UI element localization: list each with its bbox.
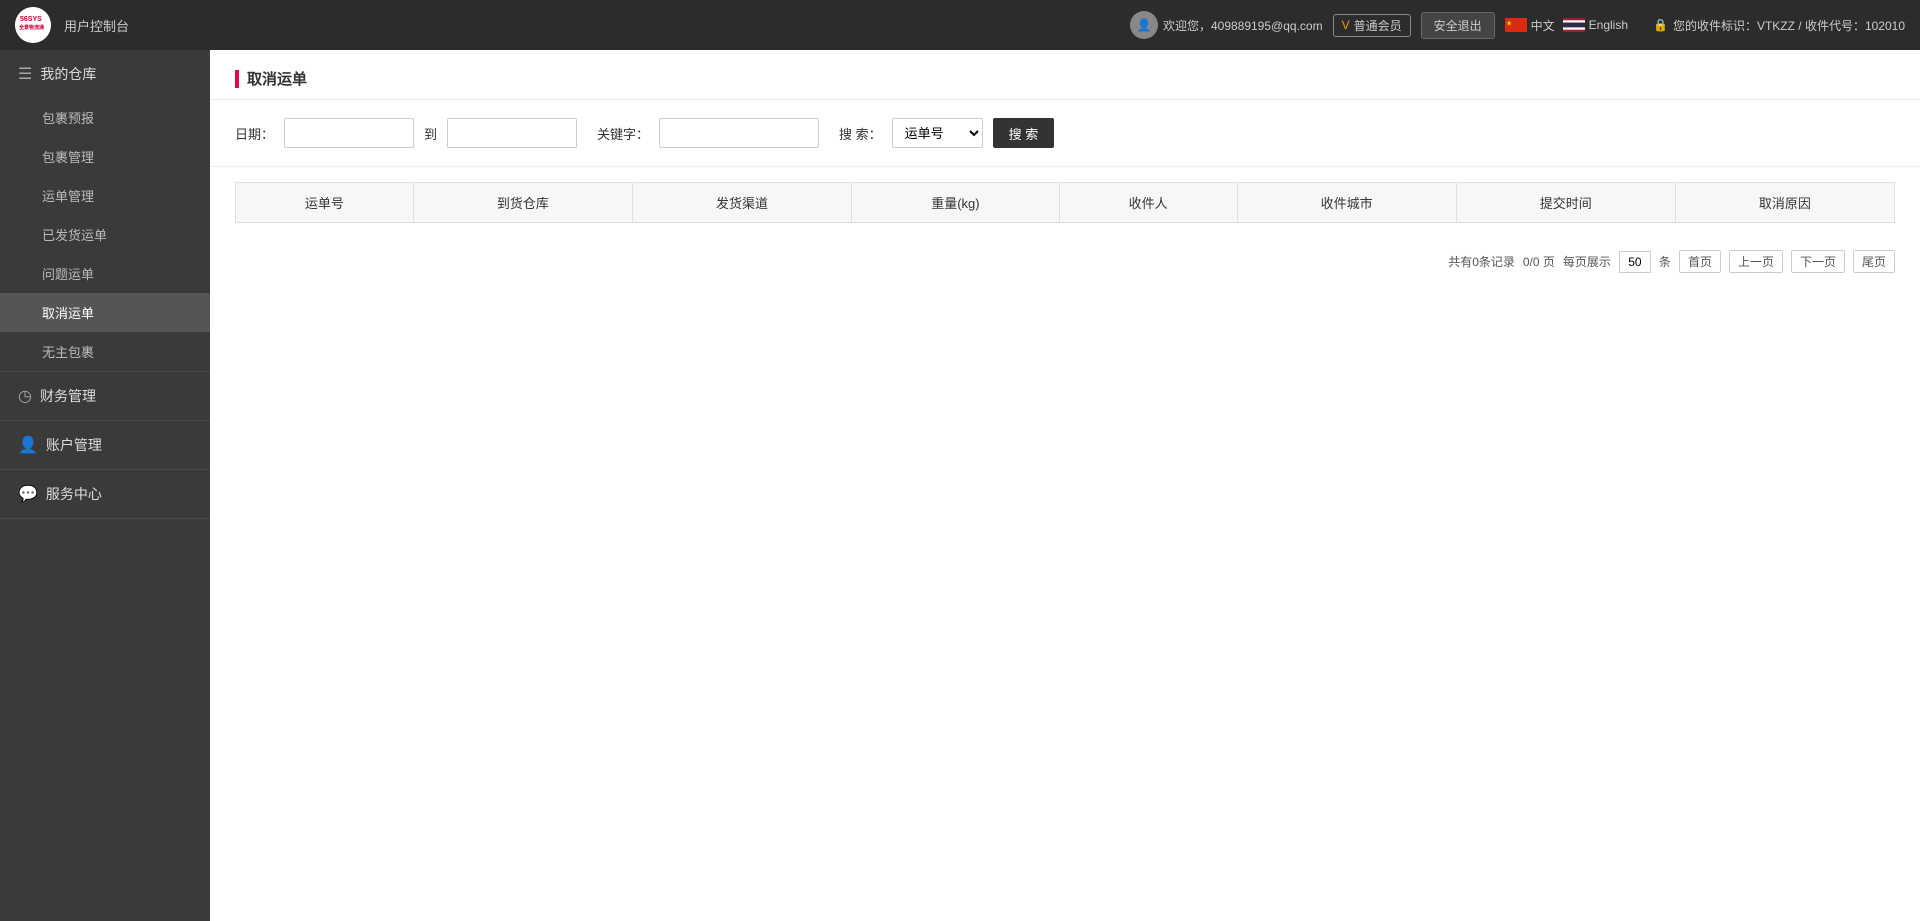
sidebar-service-label: 服务中心: [46, 484, 102, 504]
member-badge: V 普通会员: [1333, 14, 1411, 37]
svg-text:全景物流通: 全景物流通: [18, 24, 44, 31]
page-header: 取消运单: [210, 50, 1920, 100]
first-page-button[interactable]: 首页: [1679, 250, 1721, 273]
sidebar-section-service: 💬 服务中心: [0, 470, 210, 519]
date-label: 日期：: [235, 124, 274, 143]
lang-en-button[interactable]: English: [1563, 18, 1628, 32]
main-content: 取消运单 日期： 到 关键字： 搜 索： 运单号 收件人 收件城市 搜 索: [210, 50, 1920, 921]
user-info: 👤 欢迎您，409889195@qq.com: [1130, 11, 1323, 39]
sidebar-item-yudan-guanli[interactable]: 运单管理: [0, 176, 210, 215]
page-title-bar: 取消运单: [235, 68, 307, 89]
sidebar-item-wuzhu-baoguo[interactable]: 无主包裹: [0, 332, 210, 371]
sidebar-header-finance[interactable]: ◷ 财务管理: [0, 372, 210, 420]
lang-switcher: 中文 English: [1505, 17, 1628, 34]
per-page-unit: 条: [1659, 253, 1671, 270]
flag-cn-icon: [1505, 18, 1527, 32]
per-page-input[interactable]: [1619, 251, 1651, 273]
prev-page-button[interactable]: 上一页: [1729, 250, 1783, 273]
avatar: 👤: [1130, 11, 1158, 39]
service-icon: 💬: [18, 484, 38, 504]
col-yudan-hao: 运单号: [236, 183, 414, 223]
date-to-input[interactable]: [447, 118, 577, 148]
sidebar-item-wenti-yudan[interactable]: 问题运单: [0, 254, 210, 293]
sidebar-header-account[interactable]: 👤 账户管理: [0, 421, 210, 469]
lang-cn-label: 中文: [1531, 17, 1555, 34]
col-shoujian-ren: 收件人: [1059, 183, 1237, 223]
logo-icon: 56SYS 全景物流通: [15, 7, 51, 43]
layout: ☰ 我的仓库 包裹预报 包裹管理 运单管理 已发货运单 问题运单 取消运单: [0, 50, 1920, 921]
col-daohuo-cangku: 到货仓库: [413, 183, 632, 223]
sidebar-item-baobao-guanli[interactable]: 包裹管理: [0, 137, 210, 176]
svg-text:56SYS: 56SYS: [20, 16, 42, 23]
sidebar-item-baobao-yubao[interactable]: 包裹预报: [0, 98, 210, 137]
sidebar-account-label: 账户管理: [46, 435, 102, 455]
sidebar-section-account: 👤 账户管理: [0, 421, 210, 470]
sidebar: ☰ 我的仓库 包裹预报 包裹管理 运单管理 已发货运单 问题运单 取消运单: [0, 50, 210, 921]
user-id-text: 您的收件标识：VTKZZ / 收件代号：102010: [1673, 17, 1905, 34]
sidebar-header-warehouse[interactable]: ☰ 我的仓库: [0, 50, 210, 98]
pagination: 共有0条记录 0/0 页 每页展示 条 首页 上一页 下一页 尾页: [210, 238, 1920, 285]
warehouse-icon: ☰: [18, 64, 32, 84]
sidebar-header-service[interactable]: 💬 服务中心: [0, 470, 210, 518]
to-label: 到: [424, 124, 437, 143]
sidebar-warehouse-label: 我的仓库: [40, 64, 96, 84]
total-records: 共有0条记录: [1448, 253, 1515, 270]
table-container: 运单号 到货仓库 发货渠道 重量(kg) 收件人 收件城市 提交时间 取消原因: [210, 167, 1920, 238]
logout-button[interactable]: 安全退出: [1421, 12, 1495, 39]
sidebar-section-finance: ◷ 财务管理: [0, 372, 210, 421]
page-title: 取消运单: [247, 68, 307, 89]
user-id-info: 🔒 您的收件标识：VTKZZ / 收件代号：102010: [1653, 17, 1905, 34]
col-tijiao-shijian: 提交时间: [1456, 183, 1675, 223]
search-type-label: 搜 索：: [839, 124, 882, 143]
date-from-input[interactable]: [284, 118, 414, 148]
header: 56SYS 全景物流通 用户控制台 👤 欢迎您，409889195@qq.com…: [0, 0, 1920, 50]
data-table: 运单号 到货仓库 发货渠道 重量(kg) 收件人 收件城市 提交时间 取消原因: [235, 182, 1895, 223]
logo-area: 56SYS 全景物流通 用户控制台: [15, 7, 129, 43]
sidebar-item-yifahuo-yudan[interactable]: 已发货运单: [0, 215, 210, 254]
keyword-label: 关键字：: [597, 124, 649, 143]
per-page-label: 每页展示: [1563, 253, 1611, 270]
finance-icon: ◷: [18, 386, 32, 406]
sidebar-finance-label: 财务管理: [40, 386, 96, 406]
title-accent: [235, 70, 239, 88]
welcome-text: 欢迎您，409889195@qq.com: [1163, 17, 1323, 34]
flag-th-icon: [1563, 18, 1585, 32]
search-type-select[interactable]: 运单号 收件人 收件城市: [892, 118, 983, 148]
col-quxiao-yuanyin: 取消原因: [1675, 183, 1894, 223]
search-bar: 日期： 到 关键字： 搜 索： 运单号 收件人 收件城市 搜 索: [210, 100, 1920, 167]
sidebar-section-warehouse: ☰ 我的仓库 包裹预报 包裹管理 运单管理 已发货运单 问题运单 取消运单: [0, 50, 210, 372]
lang-cn-button[interactable]: 中文: [1505, 17, 1555, 34]
col-shoujian-chengshi: 收件城市: [1237, 183, 1456, 223]
col-fahuo-qudao: 发货渠道: [632, 183, 851, 223]
app-title: 用户控制台: [64, 16, 129, 35]
keyword-input[interactable]: [659, 118, 819, 148]
next-page-button[interactable]: 下一页: [1791, 250, 1845, 273]
table-head: 运单号 到货仓库 发货渠道 重量(kg) 收件人 收件城市 提交时间 取消原因: [236, 183, 1895, 223]
col-zhongliang: 重量(kg): [852, 183, 1060, 223]
last-page-button[interactable]: 尾页: [1853, 250, 1895, 273]
member-label: 普通会员: [1354, 17, 1402, 34]
search-button[interactable]: 搜 索: [993, 118, 1055, 148]
account-icon: 👤: [18, 435, 38, 455]
sidebar-item-quxiao-yudan[interactable]: 取消运单: [0, 293, 210, 332]
lang-en-label: English: [1589, 18, 1628, 32]
page-info: 0/0 页: [1523, 253, 1555, 270]
table-header-row: 运单号 到货仓库 发货渠道 重量(kg) 收件人 收件城市 提交时间 取消原因: [236, 183, 1895, 223]
